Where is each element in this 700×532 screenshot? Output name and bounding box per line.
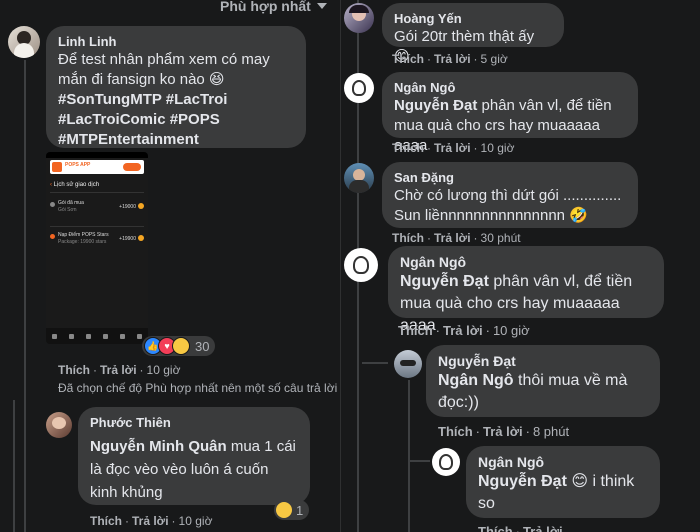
comment-bubble: San Đặng Chờ có lương thì dứt gói ......…	[382, 162, 638, 228]
reply-button[interactable]: Trả lời	[434, 141, 471, 155]
comment-actions: Thích · Trả lời · 10 giờ	[398, 323, 530, 338]
comment-author[interactable]: Phước Thiên	[90, 414, 298, 431]
comment-time[interactable]: 10 giờ	[179, 514, 213, 528]
avatar[interactable]	[394, 350, 422, 378]
reactions-summary[interactable]: 👍 ♥ 30	[142, 336, 216, 356]
comment-author[interactable]: Ngân Ngô	[394, 79, 626, 96]
comment-actions: Thích · Trả lời · 10 giờ	[90, 514, 213, 528]
mention-link[interactable]: Ngân Ngô	[438, 372, 514, 389]
thread-line	[13, 400, 15, 532]
comment-bubble: Linh Linh Để test nhân phẩm xem có may m…	[46, 26, 306, 148]
avatar[interactable]	[344, 73, 374, 103]
comment-text: Ngân Ngô thôi mua về mà đọc:))	[438, 372, 628, 411]
reactions-count: 1	[296, 502, 304, 518]
reply-button[interactable]: Trả lời	[443, 323, 483, 338]
reply-button[interactable]: Trả lời	[434, 52, 471, 66]
comment-bubble: Ngân Ngô Nguyễn Đạt phân vân vl, để tiền…	[388, 246, 664, 334]
comment-bubble: Phước Thiên Nguyễn Minh Quân mua 1 cái l…	[78, 407, 310, 505]
avatar[interactable]	[344, 3, 374, 33]
comment-author[interactable]: Ngân Ngô	[400, 254, 652, 271]
haha-reaction-icon	[276, 502, 292, 518]
avatar[interactable]	[344, 163, 374, 193]
comment-time[interactable]: 5 giờ	[481, 52, 508, 66]
like-button[interactable]: Thích	[478, 524, 513, 532]
like-button[interactable]: Thích	[438, 424, 473, 439]
comment-actions: Thích · Trả lời · 30 phút	[392, 231, 521, 245]
thread-line	[362, 362, 388, 364]
reply-button[interactable]: Trả lời	[132, 514, 169, 528]
reply-button[interactable]: Trả lời	[434, 231, 471, 245]
comment-time[interactable]: 8 phút	[533, 424, 569, 439]
reactions-summary[interactable]: 1	[274, 500, 310, 520]
mention-link[interactable]: Nguyễn Đạt	[400, 273, 489, 290]
sort-dropdown[interactable]: Phù hợp nhất	[220, 0, 327, 15]
comment-text: Nguyễn Minh Quân mua 1 cái là đọc vèo vè…	[90, 438, 296, 501]
avatar[interactable]	[8, 26, 40, 58]
comment-bubble: Nguyễn Đạt Ngân Ngô thôi mua về mà đọc:)…	[426, 345, 660, 417]
comment-actions: Thích · Trả lời · 8 phút	[438, 424, 570, 439]
avatar[interactable]	[46, 412, 72, 438]
attachment-image[interactable]: POPS APP ‹ Lịch sử giao dịch Gói đã mua …	[46, 152, 148, 344]
sort-note: Đã chọn chế độ Phù hợp nhất nên một số c…	[58, 381, 340, 395]
thread-line	[408, 380, 410, 532]
mention-link[interactable]: Nguyễn Minh Quân	[90, 438, 227, 455]
thread-line	[408, 460, 430, 462]
reply-button[interactable]: Trả lời	[100, 363, 137, 377]
thread-line	[24, 60, 26, 532]
haha-reaction-icon	[172, 337, 190, 355]
transactions-title: Lịch sử giao dịch	[53, 182, 100, 188]
comment-author[interactable]: Ngân Ngô	[478, 454, 648, 471]
mention-link[interactable]: Nguyễn Đạt	[394, 97, 477, 114]
sort-label: Phù hợp nhất	[220, 0, 311, 14]
comment-time[interactable]: 10 giờ	[481, 141, 515, 155]
comment-time[interactable]: 30 phút	[481, 231, 521, 245]
back-arrow-icon: ‹	[50, 182, 52, 188]
chevron-down-icon	[316, 3, 327, 9]
comment-author[interactable]: San Đặng	[394, 169, 626, 186]
reactions-count: 30	[195, 338, 210, 354]
comment-time[interactable]: 10 giờ	[493, 323, 530, 338]
like-button[interactable]: Thích	[392, 141, 424, 155]
avatar[interactable]	[432, 448, 460, 476]
comment-text: Nguyễn Đạt 😊 i think so	[478, 473, 635, 512]
comment-time[interactable]: 10 giờ	[147, 363, 181, 377]
reply-button[interactable]: Trả lời	[483, 424, 523, 439]
comment-bubble: Ngân Ngô Nguyễn Đạt 😊 i think so	[466, 446, 660, 518]
comment-bubble: Hoàng Yến Gói 20tr thèm thật ấy 😊	[382, 3, 564, 65]
comment-author[interactable]: Linh Linh	[58, 33, 294, 50]
like-button[interactable]: Thích	[392, 231, 424, 245]
right-comment-panel: Hoàng Yến Gói 20tr thèm thật ấy 😊 Thích ·…	[340, 0, 700, 532]
thread-line	[24, 400, 26, 420]
comment-actions: Thích · Trả lời	[478, 524, 563, 532]
like-button[interactable]: Thích	[90, 514, 122, 528]
comment-text: Chờ có lương thì dứt gói .............. …	[394, 187, 622, 224]
comment-actions: Thích · Trả lời · 5 giờ	[392, 52, 508, 66]
comment-actions: Thích · Trả lời · 10 giờ	[58, 363, 181, 377]
comment-actions: Thích · Trả lời · 10 giờ	[392, 141, 515, 155]
comment-bubble: Ngân Ngô Nguyễn Đạt phân vân vl, để tiền…	[382, 72, 638, 154]
mention-link[interactable]: Nguyễn Đạt	[478, 473, 567, 490]
left-comment-panel: Phù hợp nhất Linh Linh Để test nhân phẩm…	[0, 0, 340, 532]
avatar[interactable]	[344, 248, 378, 282]
reply-button[interactable]: Trả lời	[523, 524, 563, 532]
comment-text: Để test nhân phẩm xem có may mắn đi fans…	[58, 51, 270, 148]
comment-author[interactable]: Nguyễn Đạt	[438, 353, 648, 370]
pops-app-name: POPS APP	[65, 162, 91, 168]
comment-author[interactable]: Hoàng Yến	[394, 10, 552, 27]
like-button[interactable]: Thích	[392, 52, 424, 66]
like-button[interactable]: Thích	[58, 363, 90, 377]
like-button[interactable]: Thích	[398, 323, 433, 338]
